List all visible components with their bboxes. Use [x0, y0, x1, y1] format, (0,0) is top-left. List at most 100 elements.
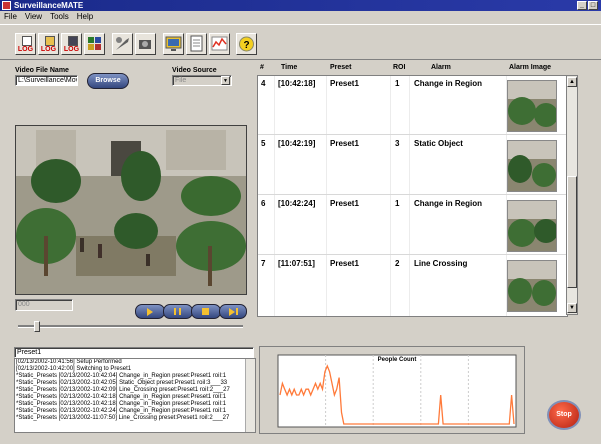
row-alarm: Change in Region [414, 79, 482, 88]
event-log: [02/13/2002-10:41:56] Setup Performed [0… [14, 358, 256, 433]
menu-bar: File View Tools Help [0, 12, 601, 22]
play-button[interactable] [135, 304, 165, 319]
surveillance-scene [16, 126, 246, 294]
col-header-preset: Preset [330, 64, 352, 71]
preset-field[interactable]: Preset1 [14, 347, 254, 358]
menu-file[interactable]: File [4, 12, 17, 21]
video-file-label: Video File Name [15, 67, 69, 74]
new-log-button[interactable]: LOG [15, 33, 36, 55]
col-header-roi: ROI [393, 64, 406, 71]
log-scrollbar[interactable] [245, 359, 255, 432]
row-alarm: Line Crossing [414, 259, 468, 268]
col-header-time: Time [281, 64, 298, 71]
folder-icon [45, 36, 55, 46]
chart-svg: People Count [277, 354, 517, 428]
chart-plot-area [277, 354, 517, 428]
seek-slider-thumb[interactable] [34, 321, 40, 332]
row-number: 6 [261, 199, 266, 208]
log-line: *Static_Presets [02/13/2002-10:42:18] Ch… [16, 401, 227, 407]
col-header-alarm: Alarm [431, 64, 451, 71]
toolbar: LOG LOG LOG ? [0, 24, 601, 60]
row-preset: Preset1 [330, 199, 359, 208]
minimize-button[interactable]: _ [577, 1, 587, 10]
graph-button[interactable] [209, 33, 230, 55]
seek-track[interactable] [18, 325, 243, 328]
row-number: 5 [261, 139, 266, 148]
save-log-button[interactable]: LOG [61, 33, 82, 55]
open-log-button[interactable]: LOG [38, 33, 59, 55]
video-source-value: File [175, 77, 187, 84]
scroll-thumb[interactable] [567, 176, 577, 288]
row-preset: Preset1 [330, 139, 359, 148]
report-button[interactable] [186, 33, 207, 55]
log-line: *Static_Presets [02/13/2002-11:07:50] Li… [16, 415, 230, 421]
tile-view-button[interactable] [84, 33, 105, 55]
col-header-alarm-image: Alarm Image [509, 64, 552, 71]
video-file-input[interactable]: L:\Surveillance\Mov [15, 75, 78, 86]
row-number: 7 [261, 259, 266, 268]
row-time: [10:42:18] [278, 79, 316, 88]
row-time: [10:42:19] [278, 139, 316, 148]
svg-text:?: ? [243, 40, 249, 51]
wrench-icon [116, 37, 129, 50]
monitor-view-button[interactable] [163, 33, 184, 55]
row-time: [11:07:51] [278, 259, 315, 268]
app-icon [2, 1, 11, 10]
row-roi: 1 [395, 79, 400, 88]
log-line: [02/13/2002-10:41:56] Setup Performed [16, 359, 122, 365]
alarm-thumbnail[interactable] [507, 80, 557, 132]
col-header-num: # [260, 64, 264, 71]
tools-button[interactable] [112, 33, 133, 55]
menu-help[interactable]: Help [77, 12, 93, 21]
browse-button[interactable]: Browse [87, 73, 129, 89]
maximize-button[interactable]: □ [588, 1, 598, 10]
people-count-chart: People Count [259, 346, 525, 434]
play-icon [147, 308, 153, 316]
pause-icon [174, 308, 176, 315]
camera-settings-button[interactable] [135, 33, 156, 55]
monitor-icon [165, 36, 182, 51]
row-roi: 2 [395, 259, 400, 268]
frame-counter-field: 000 [15, 299, 73, 311]
stop-playback-button[interactable] [191, 304, 221, 319]
row-number: 4 [261, 79, 266, 88]
title-bar: SurveillanceMATE _ □ [0, 0, 601, 11]
row-alarm: Change in Region [414, 199, 482, 208]
camera-icon [139, 40, 151, 49]
help-button[interactable]: ? [236, 33, 257, 55]
row-alarm: Static Object [414, 139, 463, 148]
alarm-thumbnail[interactable] [507, 200, 557, 252]
table-scrollbar[interactable]: ▲ ▼ [566, 75, 578, 315]
app-window: SurveillanceMATE _ □ File View Tools Help L… [0, 0, 601, 444]
video-source-select[interactable]: File ▼ [172, 75, 232, 86]
document-icon [190, 35, 203, 52]
alarm-thumbnail[interactable] [507, 140, 557, 192]
menu-tools[interactable]: Tools [50, 12, 69, 21]
video-preview [15, 125, 247, 295]
scroll-down-icon[interactable]: ▼ [567, 303, 577, 313]
row-preset: Preset1 [330, 79, 359, 88]
chevron-down-icon[interactable]: ▼ [221, 76, 230, 85]
log-line: *Static_Presets [02/13/2002-10:42:05] St… [16, 380, 228, 386]
alarm-table: 4 [10:42:18] Preset1 1 Change in Region … [257, 75, 568, 317]
log-line: *Static_Presets [02/13/2002-10:42:04] Ch… [16, 373, 227, 379]
menu-view[interactable]: View [25, 12, 42, 21]
page-icon [22, 36, 32, 46]
window-title: SurveillanceMATE [14, 1, 84, 10]
scroll-up-icon[interactable]: ▲ [567, 77, 577, 87]
log-line: *Static_Presets [02/13/2002-10:42:09] Li… [16, 387, 230, 393]
step-icon [229, 308, 235, 316]
video-source-label: Video Source [172, 67, 217, 74]
alarm-thumbnail[interactable] [507, 260, 557, 312]
row-time: [10:42:24] [278, 199, 316, 208]
help-icon: ? [239, 36, 254, 52]
log-line: *Static_Presets [02/13/2002-10:42:18] Ch… [16, 394, 227, 400]
stop-icon [202, 308, 209, 315]
disk-icon [68, 36, 78, 46]
stop-button[interactable]: Stop [547, 400, 581, 430]
chart-title: People Count [378, 357, 417, 363]
log-line: [02/13/2002-10:42:00] Switching to Prese… [16, 366, 132, 372]
step-forward-button[interactable] [219, 304, 247, 319]
row-roi: 3 [395, 139, 400, 148]
pause-button[interactable] [163, 304, 193, 319]
